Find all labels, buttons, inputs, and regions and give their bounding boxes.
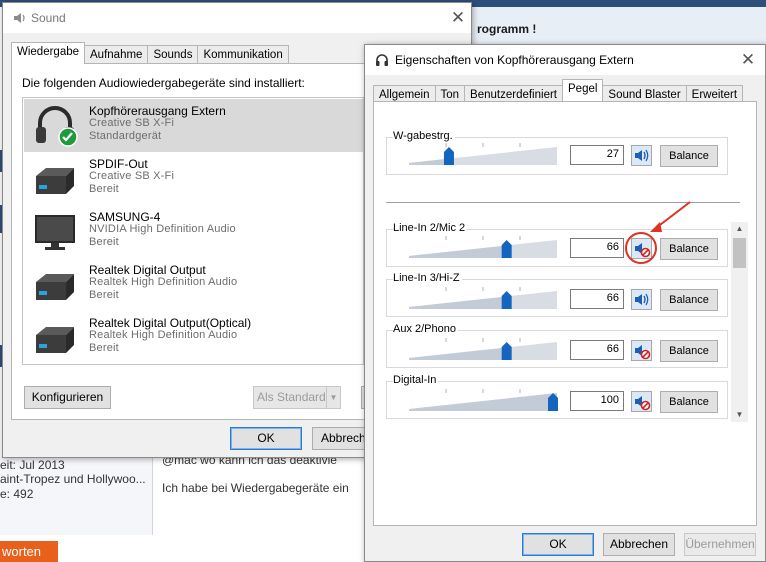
- master-volume-label: W-gabestrg.: [393, 130, 455, 142]
- list-item[interactable]: Kopfhörerausgang Extern Creative SB X-Fi…: [24, 99, 363, 152]
- master-volume-value[interactable]: 27: [570, 145, 624, 165]
- channel-slider[interactable]: [409, 236, 559, 262]
- channel-value[interactable]: 100: [570, 391, 624, 411]
- mute-button[interactable]: [631, 340, 652, 361]
- device-status: Bereit: [89, 289, 119, 301]
- annotation-arrow-icon: [625, 201, 691, 264]
- scroll-down-icon[interactable]: ▼: [731, 408, 748, 422]
- digital-output-icon: [36, 327, 74, 353]
- default-check-icon: [58, 127, 78, 147]
- tab-aufnahme[interactable]: Aufnahme: [84, 45, 149, 64]
- device-list-label: Die folgenden Audiowiedergabegeräte sind…: [22, 76, 305, 90]
- device-driver: Realtek High Definition Audio: [89, 329, 238, 341]
- user-info-line: eit: Jul 2013: [0, 458, 65, 472]
- channel-label: Line-In 2/Mic 2: [393, 222, 468, 234]
- cancel-button[interactable]: Abbreche: [312, 427, 372, 450]
- scroll-thumb[interactable]: [733, 238, 746, 268]
- slider-fill: [409, 158, 449, 165]
- device-name: SAMSUNG-4: [89, 210, 161, 224]
- cancel-button[interactable]: Abbrechen: [603, 533, 675, 556]
- channel-label: Aux 2/Phono: [393, 323, 458, 335]
- channel-label: Digital-In: [393, 374, 439, 386]
- slider-thumb: [501, 342, 512, 360]
- device-status: Bereit: [89, 342, 119, 354]
- set-default-button[interactable]: Als Standard ▼: [253, 386, 341, 409]
- ok-button[interactable]: OK: [522, 533, 594, 556]
- channel-label: Line-In 3/Hi-Z: [393, 272, 462, 284]
- speaker-muted-icon: [635, 396, 651, 411]
- tab-sounds[interactable]: Sounds: [147, 45, 199, 64]
- properties-titlebar: Eigenschaften von Kopfhörerausgang Exter…: [365, 45, 765, 75]
- close-icon[interactable]: ✕: [733, 47, 763, 73]
- speaker-muted-icon: [635, 345, 651, 360]
- close-icon[interactable]: ✕: [443, 5, 473, 31]
- tab-kommunikation[interactable]: Kommunikation: [197, 45, 289, 64]
- mute-button[interactable]: [631, 391, 652, 412]
- digital-output-icon: [36, 168, 74, 194]
- slider-fill: [409, 245, 507, 258]
- ok-button[interactable]: OK: [230, 427, 302, 450]
- master-volume-slider[interactable]: [409, 143, 559, 169]
- slider-thumb: [443, 147, 454, 165]
- configure-button[interactable]: Konfigurieren: [24, 386, 111, 409]
- levels-scrollbar[interactable]: ▲ ▼: [731, 222, 748, 422]
- device-status: Bereit: [89, 183, 119, 195]
- slider-thumb: [501, 291, 512, 309]
- device-list[interactable]: Kopfhörerausgang Extern Creative SB X-Fi…: [22, 97, 364, 365]
- apply-button: Übernehmen: [684, 533, 756, 556]
- slider-fill: [409, 347, 507, 360]
- device-name: Realtek Digital Output: [89, 263, 206, 277]
- device-name: Kopfhörerausgang Extern: [89, 104, 226, 118]
- sound-titlebar: Sound ✕: [3, 3, 471, 33]
- dialog-title: Eigenschaften von Kopfhörerausgang Exter…: [395, 53, 634, 67]
- speaker-icon: [635, 293, 649, 306]
- device-driver: NVIDIA High Definition Audio: [89, 223, 236, 235]
- device-status: Bereit: [89, 236, 119, 248]
- mute-button[interactable]: [631, 289, 652, 310]
- message-text: Ich habe bei Wiedergabegeräte ein: [162, 481, 349, 495]
- headphones-icon: [376, 54, 388, 66]
- device-driver: Realtek High Definition Audio: [89, 276, 238, 288]
- monitor-icon: [35, 215, 75, 250]
- slider-fill: [409, 393, 557, 411]
- speaker-icon: [14, 13, 25, 23]
- list-item[interactable]: Realtek Digital Output Realtek High Defi…: [24, 258, 363, 311]
- digital-output-icon: [36, 274, 74, 300]
- device-name: SPDIF-Out: [89, 157, 148, 171]
- channel-slider[interactable]: [409, 287, 559, 313]
- answer-button[interactable]: worten: [0, 541, 58, 562]
- device-status: Standardgerät: [89, 130, 162, 142]
- tab-wiedergabe[interactable]: Wiedergabe: [11, 42, 86, 64]
- device-driver: Creative SB X-Fi: [89, 117, 175, 129]
- list-item[interactable]: Realtek Digital Output(Optical) Realtek …: [24, 311, 363, 364]
- user-info-line: aint-Tropez und Hollywoo...: [0, 472, 146, 486]
- list-item[interactable]: SAMSUNG-4 NVIDIA High Definition Audio B…: [24, 205, 363, 258]
- scroll-up-icon[interactable]: ▲: [731, 222, 748, 236]
- channel-slider[interactable]: [409, 338, 559, 364]
- device-driver: Creative SB X-Fi: [89, 170, 175, 182]
- chevron-down-icon[interactable]: ▼: [326, 387, 340, 408]
- thread-title: rogramm !: [477, 22, 537, 36]
- balance-button[interactable]: Balance: [660, 340, 718, 362]
- divider: [152, 455, 153, 535]
- balance-button[interactable]: Balance: [660, 391, 718, 413]
- tab-pegel[interactable]: Pegel: [562, 79, 604, 101]
- speaker-icon: [635, 149, 649, 162]
- channel-slider[interactable]: [409, 389, 559, 415]
- slider-thumb: [501, 240, 512, 258]
- list-item[interactable]: SPDIF-Out Creative SB X-Fi Bereit: [24, 152, 363, 205]
- device-name: Realtek Digital Output(Optical): [89, 316, 252, 330]
- channel-value[interactable]: 66: [570, 340, 624, 360]
- slider-fill: [409, 296, 507, 309]
- channel-value[interactable]: 66: [570, 289, 624, 309]
- balance-button[interactable]: Balance: [660, 289, 718, 311]
- master-balance-button[interactable]: Balance: [660, 145, 718, 167]
- user-info-line: e: 492: [0, 487, 34, 501]
- dialog-title: Sound: [31, 11, 66, 25]
- channel-value[interactable]: 66: [570, 238, 624, 258]
- set-default-label: Als Standard: [257, 390, 326, 404]
- master-speaker-button[interactable]: [631, 145, 652, 166]
- sound-tabs: Wiedergabe Aufnahme Sounds Kommunikation: [11, 42, 289, 64]
